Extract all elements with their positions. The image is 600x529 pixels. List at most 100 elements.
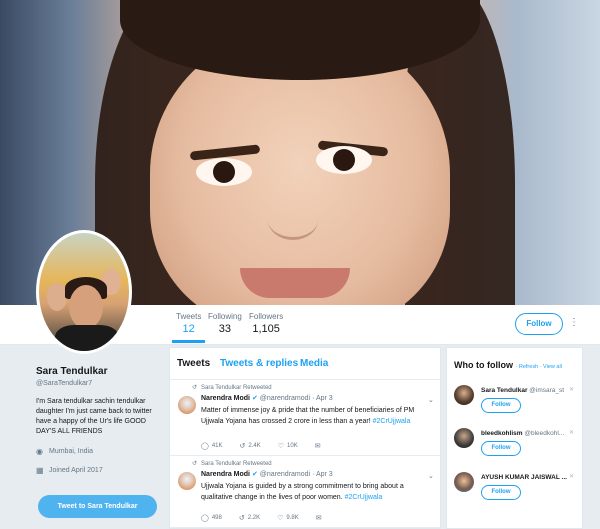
retweet-count: 2.4K <box>248 443 261 449</box>
envelope-icon: ✉ <box>315 515 322 522</box>
stat-followers[interactable]: Followers 1,105 <box>249 312 283 335</box>
suggestion-avatar[interactable] <box>454 428 474 448</box>
retweet-count: 2.2K <box>247 515 261 521</box>
tweet-text: Ujjwala Yojana is guided by a strong com… <box>201 481 431 503</box>
reply-count: 41K <box>211 443 223 449</box>
profile-joined: ▦ Joined April 2017 <box>36 466 164 475</box>
dismiss-icon[interactable]: ✕ <box>569 386 574 393</box>
tweet-to-button[interactable]: Tweet to Sara Tendulkar <box>38 495 157 518</box>
retweet-action[interactable]: ↺ 2.2K <box>239 514 260 522</box>
profile-bio: I'm Sara tendulkar sachin tendulkar daug… <box>36 398 152 435</box>
tweet-header: Narendra Modi ✔ @narendramodi · Apr 3 <box>201 470 333 478</box>
stat-tweets[interactable]: Tweets 12 <box>171 312 206 343</box>
profile-avatar[interactable] <box>36 230 132 354</box>
reply-action[interactable]: ◯ 498 <box>201 514 222 522</box>
follow-suggestion-button[interactable]: Follow <box>481 485 521 500</box>
retweet-icon: ↺ <box>192 461 198 467</box>
timeline-tabs: Tweets Tweets & replies Media <box>170 348 440 380</box>
stat-tweets-label: Tweets <box>176 312 202 321</box>
tweet-author-avatar[interactable] <box>178 396 196 414</box>
tab-tweets[interactable]: Tweets <box>177 358 210 369</box>
suggestion-handle[interactable]: @bleedkohl... <box>524 430 564 437</box>
tweet-item[interactable]: ↺ Sara Tendulkar Retweeted Narendra Modi … <box>170 456 440 528</box>
more-dots-icon[interactable]: ⋮ <box>569 315 579 331</box>
profile-location: ◉ Mumbai, India <box>36 447 164 456</box>
tweet-hashtag[interactable]: #2CrUjjwala <box>373 418 411 425</box>
suggestion-name-line: Sara Tendulkar @imsara_st <box>481 387 564 394</box>
follow-button[interactable]: Follow <box>515 313 563 335</box>
profile-joined-text: Joined April 2017 <box>49 467 103 474</box>
retweet-action[interactable]: ↺ 2.4K <box>240 442 261 450</box>
tweet-author-avatar[interactable] <box>178 472 196 490</box>
verified-badge-icon: ✔ <box>251 471 258 478</box>
reply-icon: ◯ <box>201 515 209 522</box>
follow-suggestion-button[interactable]: Follow <box>481 398 521 413</box>
retweet-icon: ↺ <box>238 515 245 522</box>
dismiss-icon[interactable]: ✕ <box>569 429 574 436</box>
view-all-link[interactable]: View all <box>543 364 562 370</box>
retweet-label: Sara Tendulkar Retweeted <box>201 385 272 391</box>
suggestion-name[interactable]: AYUSH KUMAR JAISWAL ... <box>481 474 567 481</box>
message-action[interactable]: ✉ <box>316 514 325 522</box>
stat-following-value: 33 <box>218 323 232 335</box>
suggestion-item[interactable]: AYUSH KUMAR JAISWAL ... ✕ Follow <box>447 469 584 509</box>
reply-count: 498 <box>211 515 222 521</box>
dismiss-icon[interactable]: ✕ <box>569 473 574 480</box>
tweet-header: Narendra Modi ✔ @narendramodi · Apr 3 <box>201 394 333 402</box>
suggestion-name-line: AYUSH KUMAR JAISWAL ... <box>481 474 567 481</box>
like-action[interactable]: ♡ 10K <box>278 442 298 450</box>
retweet-indicator: ↺ Sara Tendulkar Retweeted <box>192 384 272 391</box>
stat-tweets-value: 12 <box>182 323 195 335</box>
like-action[interactable]: ♡ 9.8K <box>277 514 299 522</box>
profile-card: Sara Tendulkar @SaraTendulkar7 I'm Sara … <box>36 366 164 475</box>
suggestion-handle[interactable]: @imsara_st <box>529 387 564 394</box>
suggestion-name[interactable]: Sara Tendulkar <box>481 387 527 394</box>
message-action[interactable]: ✉ <box>315 442 324 450</box>
suggestion-avatar[interactable] <box>454 472 474 492</box>
tweet-author-handle[interactable]: @narendramodi <box>260 395 310 402</box>
tweet-author-name[interactable]: Narendra Modi <box>201 471 250 478</box>
reply-icon: ◯ <box>201 443 209 450</box>
location-pin-icon: ◉ <box>36 447 43 456</box>
stat-followers-value: 1,105 <box>252 323 280 335</box>
profile-name[interactable]: Sara Tendulkar <box>36 366 164 377</box>
heart-icon: ♡ <box>277 515 284 522</box>
heart-icon: ♡ <box>277 443 285 450</box>
tweet-author-handle[interactable]: @narendramodi <box>260 471 310 478</box>
suggestion-avatar[interactable] <box>454 385 474 405</box>
tweet-text: Matter of immense joy & pride that the n… <box>201 405 431 427</box>
tweet-item[interactable]: ↺ Sara Tendulkar Retweeted Narendra Modi … <box>170 380 440 456</box>
suggestion-name[interactable]: bleedkohlism <box>481 430 523 437</box>
stat-followers-label: Followers <box>249 312 284 321</box>
suggestion-name-line: bleedkohlism @bleedkohl... <box>481 430 564 437</box>
stat-following[interactable]: Following 33 <box>208 312 242 335</box>
refresh-link[interactable]: Refresh <box>519 364 538 370</box>
profile-location-text: Mumbai, India <box>49 448 93 455</box>
chevron-down-icon[interactable]: ⌄ <box>428 472 434 480</box>
retweet-icon: ↺ <box>192 385 198 391</box>
reply-action[interactable]: ◯ 41K <box>201 442 223 450</box>
who-to-follow-panel: Who to follow · Refresh · View all Sara … <box>446 347 583 529</box>
tweet-date[interactable]: · Apr 3 <box>312 395 333 402</box>
like-count: 9.8K <box>286 515 299 521</box>
follow-suggestion-button[interactable]: Follow <box>481 441 521 456</box>
retweet-label: Sara Tendulkar Retweeted <box>201 461 272 467</box>
timeline-panel: Tweets Tweets & replies Media ↺ Sara Tend… <box>169 347 441 529</box>
tab-tweets-replies[interactable]: Tweets & replies <box>220 358 298 369</box>
tweet-date[interactable]: · Apr 3 <box>312 471 333 478</box>
profile-handle[interactable]: @SaraTendulkar7 <box>36 380 164 387</box>
retweet-indicator: ↺ Sara Tendulkar Retweeted <box>192 460 272 467</box>
tweet-author-name[interactable]: Narendra Modi <box>201 395 250 402</box>
suggestion-item[interactable]: Sara Tendulkar @imsara_st ✕ Follow <box>447 382 584 422</box>
tweet-actions: ◯ 498 ↺ 2.2K ♡ 9.8K ✉ <box>201 514 342 522</box>
retweet-icon: ↺ <box>239 443 246 450</box>
envelope-icon: ✉ <box>314 443 321 450</box>
stat-following-label: Following <box>208 312 242 321</box>
chevron-down-icon[interactable]: ⌄ <box>428 396 434 404</box>
who-to-follow-header: Who to follow · Refresh · View all <box>454 360 562 370</box>
suggestion-item[interactable]: bleedkohlism @bleedkohl... ✕ Follow <box>447 425 584 465</box>
tweet-hashtag[interactable]: #2CrUjjwala <box>345 494 383 501</box>
like-count: 10K <box>287 443 298 449</box>
tab-media[interactable]: Media <box>300 358 328 369</box>
tweet-actions: ◯ 41K ↺ 2.4K ♡ 10K ✉ <box>201 442 341 450</box>
